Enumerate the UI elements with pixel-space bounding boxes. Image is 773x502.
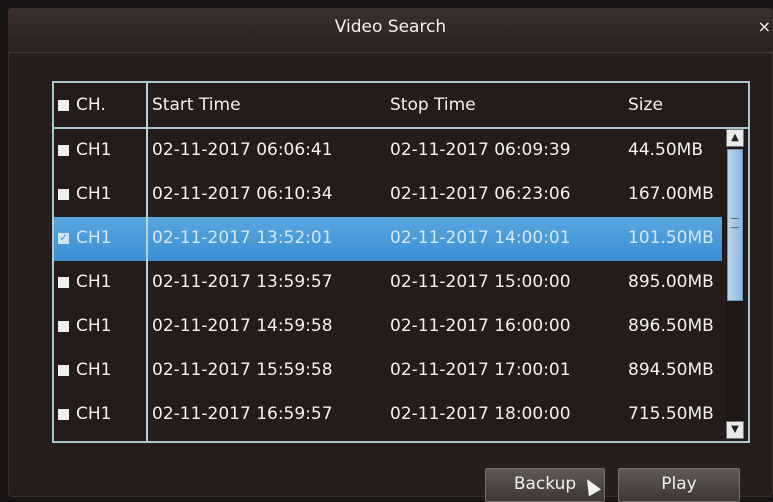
cell-channel: CH1	[76, 228, 112, 248]
cell-start-time: 02-11-2017 06:06:41	[152, 140, 333, 160]
cell-channel: CH1	[76, 140, 112, 160]
cell-stop-time: 02-11-2017 06:09:39	[390, 140, 571, 160]
header-start-time[interactable]: Start Time	[152, 95, 241, 115]
cell-start-time: 02-11-2017 15:59:58	[152, 360, 333, 380]
cell-channel: CH1	[76, 360, 112, 380]
cell-stop-time: 02-11-2017 06:23:06	[390, 184, 571, 204]
header-stop-time[interactable]: Stop Time	[390, 95, 476, 115]
header-size[interactable]: Size	[628, 95, 663, 115]
table-header: CH. Start Time Stop Time Size	[54, 83, 748, 129]
cell-channel: CH1	[76, 316, 112, 336]
cell-start-time: 02-11-2017 06:10:34	[152, 184, 333, 204]
select-all-checkbox[interactable]	[58, 100, 69, 111]
column-divider	[146, 83, 148, 441]
table-row[interactable]: CH1 02-11-2017 14:59:58 02-11-2017 16:00:0…	[54, 305, 722, 349]
cell-start-time: 02-11-2017 14:59:58	[152, 316, 333, 336]
cell-size: 101.50MB	[628, 228, 714, 248]
cell-size: 895.00MB	[628, 272, 714, 292]
table-row[interactable]: CH1 02-11-2017 16:59:57 02-11-2017 18:00:0…	[54, 393, 722, 437]
table-row[interactable]: CH1 02-11-2017 13:59:57 02-11-2017 15:00:0…	[54, 261, 722, 305]
cell-size: 894.50MB	[628, 360, 714, 380]
row-checkbox[interactable]	[58, 145, 69, 156]
cell-size: 896.50MB	[628, 316, 714, 336]
cell-start-time: 02-11-2017 13:59:57	[152, 272, 333, 292]
row-checkbox[interactable]	[58, 189, 69, 200]
scrollbar[interactable]: ▲ ▼	[726, 129, 744, 439]
cell-start-time: 02-11-2017 13:52:01	[152, 228, 333, 248]
cell-size: 44.50MB	[628, 140, 703, 160]
dialog-title: Video Search	[334, 17, 447, 37]
cell-stop-time: 02-11-2017 15:00:00	[390, 272, 571, 292]
cell-start-time: 02-11-2017 16:59:57	[152, 404, 333, 424]
grip-icon	[731, 218, 739, 228]
cell-size: 715.50MB	[628, 404, 714, 424]
row-checkbox[interactable]	[58, 277, 69, 288]
cell-channel: CH1	[76, 404, 112, 424]
cell-stop-time: 02-11-2017 18:00:00	[390, 404, 571, 424]
row-checkbox-checked[interactable]: ✓	[58, 233, 69, 244]
row-checkbox[interactable]	[58, 365, 69, 376]
header-channel[interactable]: CH.	[76, 95, 106, 115]
table-row[interactable]: ✓ CH1 02-11-2017 13:52:01 02-11-2017 14:00:…	[54, 217, 722, 261]
row-checkbox[interactable]	[58, 409, 69, 420]
cell-stop-time: 02-11-2017 14:00:01	[390, 228, 571, 248]
scroll-thumb[interactable]	[727, 149, 743, 301]
close-icon[interactable]: ×	[758, 17, 771, 36]
cell-channel: CH1	[76, 272, 112, 292]
cell-stop-time: 02-11-2017 16:00:00	[390, 316, 571, 336]
table-row[interactable]: CH1 02-11-2017 15:59:58 02-11-2017 17:00:0…	[54, 349, 722, 393]
table-row[interactable]: CH1 02-11-2017 06:06:41 02-11-2017 06:09:3…	[54, 129, 722, 173]
row-checkbox[interactable]	[58, 321, 69, 332]
scroll-up-icon[interactable]: ▲	[726, 129, 744, 147]
cell-channel: CH1	[76, 184, 112, 204]
table-row[interactable]: CH1 02-11-2017 06:10:34 02-11-2017 06:23:0…	[54, 173, 722, 217]
scroll-down-icon[interactable]: ▼	[726, 421, 744, 439]
title-bar: Video Search ×	[8, 8, 773, 53]
video-search-dialog: Video Search × CH. Start Time Stop Time …	[8, 8, 773, 502]
cell-stop-time: 02-11-2017 17:00:01	[390, 360, 571, 380]
results-table: CH. Start Time Stop Time Size CH1 02-11-2…	[52, 81, 750, 443]
cell-size: 167.00MB	[628, 184, 714, 204]
